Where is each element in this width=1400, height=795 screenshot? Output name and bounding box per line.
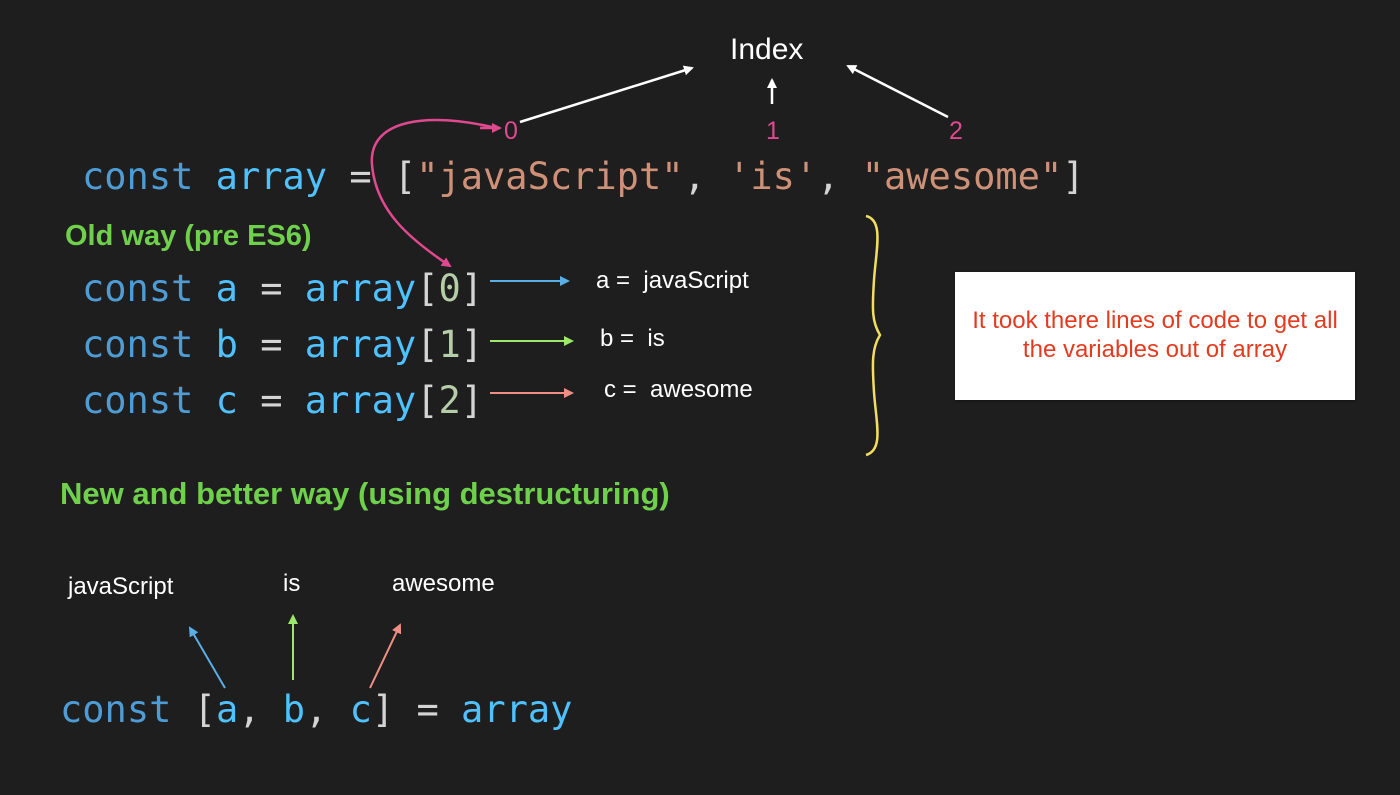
code-keyword: const [82,379,194,422]
code-index: 2 [438,379,461,422]
code-bracket-open: [ [416,323,439,366]
code-comma: , [305,688,328,731]
code-array-ref: array [461,688,573,731]
old-way-line-c: const c = array[2] [82,382,483,419]
index-arrow-2 [846,64,949,119]
code-bracket-close: ] [460,323,484,366]
index-title: Index [730,33,804,66]
code-bracket-close: ] [1062,155,1085,198]
code-string-2: 'is' [728,155,818,198]
result-label-c: c = awesome [604,376,753,403]
result-label-a: a = javaScript [596,267,749,294]
destructure-arrow-a [188,626,226,689]
new-way-heading: New and better way (using destructuring) [60,476,670,511]
code-equals: = [260,379,283,422]
code-equals: = [349,155,372,198]
code-bracket-close: ] [460,267,484,310]
code-string-3: "awesome" [861,155,1063,198]
code-keyword: const [82,155,194,198]
old-way-line-b: const b = array[1] [82,326,483,363]
old-way-heading: Old way (pre ES6) [65,220,312,252]
destructure-label-c: awesome [392,570,495,597]
code-var-a: a [215,688,239,731]
code-equals: = [260,323,283,366]
code-index: 0 [438,267,461,310]
code-var-name: b [215,323,238,366]
code-keyword: const [60,688,172,731]
code-bracket-open: [ [193,688,216,731]
index-number-0: 0 [504,117,518,145]
code-bracket-close: ] [460,379,484,422]
note-text: It took there lines of code to get all t… [972,307,1338,363]
code-var-b: b [282,688,306,731]
code-bracket-open: [ [416,267,439,310]
code-var-name: c [215,379,238,422]
code-string-1: "javaScript" [416,155,684,198]
code-keyword: const [82,323,194,366]
curly-brace [865,214,882,457]
index-number-2: 2 [949,117,963,145]
code-bracket-close: ] [371,688,395,731]
code-equals: = [260,267,283,310]
result-label-b: b = is [600,325,665,352]
index-arrow-0 [519,65,694,124]
destructure-code: const [a, b, c] = array [60,691,572,728]
code-array-ref: array [304,323,417,366]
index-number-1: 1 [766,117,780,145]
destructure-arrow-c [369,623,402,689]
code-comma: , [817,155,840,198]
code-array-ref: array [304,267,417,310]
code-bracket-open: [ [393,155,417,198]
code-bracket-open: [ [416,379,439,422]
old-way-line-a: const a = array[0] [82,270,483,307]
code-comma: , [683,155,706,198]
code-equals: = [416,688,439,731]
destructure-label-b: is [283,570,301,597]
code-array-ref: array [304,379,417,422]
note-box: It took there lines of code to get all t… [955,272,1355,400]
code-var-name: a [215,267,238,310]
code-keyword: const [82,267,194,310]
destructure-label-a: javaScript [68,573,174,600]
array-declaration: const array = ["javaScript", 'is', "awes… [82,158,1085,195]
code-index: 1 [438,323,461,366]
code-var-c: c [349,688,372,731]
code-comma: , [238,688,261,731]
code-array-name: array [215,155,328,198]
